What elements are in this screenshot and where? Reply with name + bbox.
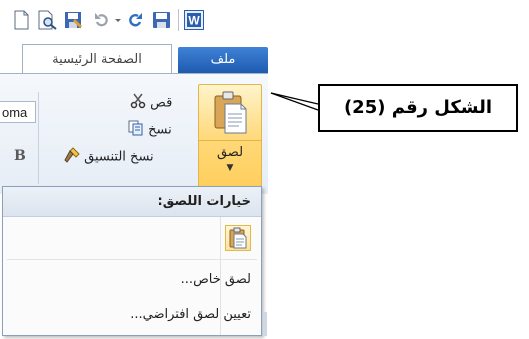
save-icon[interactable] [152, 10, 172, 30]
svg-text:W: W [188, 14, 200, 28]
paste-button[interactable]: لصق ▼ [198, 84, 262, 187]
paste-keep-source-option[interactable] [225, 225, 251, 251]
undo-icon[interactable] [93, 10, 109, 30]
font-name-field[interactable]: oma [0, 101, 36, 123]
bold-button[interactable]: B [14, 148, 26, 164]
cut-label: قص [150, 95, 173, 111]
clipboard-paste-icon [213, 91, 247, 139]
paintbrush-icon [64, 147, 80, 167]
group-divider [38, 92, 39, 184]
format-painter-button[interactable]: نسخ التنسيق [64, 147, 154, 167]
set-default-paste-item[interactable]: تعيين لصق افتراضي... [130, 307, 251, 322]
paste-special-item[interactable]: لصق خاص... [181, 272, 251, 287]
new-document-icon[interactable] [14, 10, 29, 30]
scissors-icon [130, 93, 146, 113]
toolbar-separator [178, 9, 179, 31]
cut-button[interactable]: قص [130, 93, 172, 113]
redo-icon[interactable] [127, 10, 145, 30]
dropdown-arrow-icon[interactable] [114, 10, 122, 30]
copy-button[interactable]: نسخ [128, 120, 172, 140]
paste-label: لصق [216, 145, 244, 160]
chevron-down-icon: ▼ [226, 163, 234, 173]
copy-icon [128, 120, 144, 140]
quick-access-toolbar: W [0, 0, 280, 40]
paste-option-icon [229, 227, 247, 249]
copy-label: نسخ [148, 122, 172, 138]
save-as-icon[interactable] [64, 10, 84, 30]
menu-separator [7, 259, 257, 260]
tab-home[interactable]: الصفحة الرئيسية [22, 44, 172, 74]
paste-options-header: خيارات اللصق: [3, 187, 261, 217]
print-preview-icon[interactable] [38, 10, 58, 30]
scrollbar-fragment [263, 312, 267, 336]
figure-callout: الشكل رقم (25) [318, 84, 518, 132]
paste-options-menu: خيارات اللصق: لصق خاص... تعيين لصق افترا… [2, 186, 262, 336]
word-icon[interactable]: W [184, 10, 204, 30]
tab-file[interactable]: ملف [178, 47, 268, 73]
paste-split-divider [199, 140, 261, 141]
format-painter-label: نسخ التنسيق [84, 149, 154, 165]
figure-caption: الشكل رقم (25) [343, 97, 493, 118]
